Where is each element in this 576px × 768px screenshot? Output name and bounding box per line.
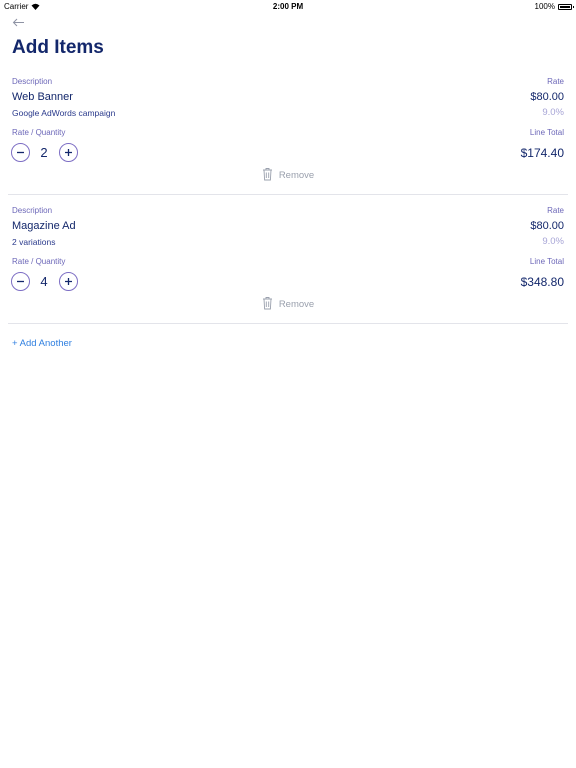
plus-icon bbox=[64, 273, 73, 291]
remove-button[interactable]: Remove bbox=[0, 296, 576, 313]
rate-label: Rate bbox=[547, 77, 564, 86]
trash-icon bbox=[262, 167, 273, 184]
item-name[interactable]: Magazine Ad bbox=[12, 220, 76, 232]
minus-icon bbox=[16, 144, 25, 162]
remove-label: Remove bbox=[278, 299, 315, 310]
item-divider bbox=[8, 323, 568, 324]
item-rate[interactable]: $80.00 bbox=[530, 91, 564, 103]
decrement-button[interactable] bbox=[11, 143, 30, 162]
add-another-link[interactable]: + Add Another bbox=[12, 338, 72, 349]
status-bar: Carrier 2:00 PM 100% bbox=[0, 0, 576, 12]
line-total-value: $174.40 bbox=[520, 146, 564, 160]
increment-button[interactable] bbox=[59, 272, 78, 291]
page-title: Add Items bbox=[12, 37, 104, 58]
back-arrow-icon bbox=[12, 14, 25, 32]
line-total-label: Line Total bbox=[529, 257, 564, 266]
battery-icon bbox=[558, 3, 574, 10]
remove-button[interactable]: Remove bbox=[0, 167, 576, 184]
item-detail[interactable]: 2 variations bbox=[12, 237, 55, 247]
quantity-value: 4 bbox=[40, 274, 48, 289]
status-time: 2:00 PM bbox=[272, 2, 304, 11]
item-rate[interactable]: $80.00 bbox=[530, 220, 564, 232]
description-label: Description bbox=[12, 206, 53, 215]
item-divider bbox=[8, 194, 568, 195]
remove-label: Remove bbox=[278, 170, 315, 181]
rate-label: Rate bbox=[547, 206, 564, 215]
rate-quantity-label: Rate / Quantity bbox=[12, 128, 66, 137]
rate-quantity-label: Rate / Quantity bbox=[12, 257, 66, 266]
line-total-label: Line Total bbox=[529, 128, 564, 137]
item-name[interactable]: Web Banner bbox=[12, 91, 73, 103]
decrement-button[interactable] bbox=[11, 272, 30, 291]
description-label: Description bbox=[12, 77, 53, 86]
trash-icon bbox=[262, 296, 273, 313]
item-tax[interactable]: 9.0% bbox=[542, 107, 564, 118]
item-detail[interactable]: Google AdWords campaign bbox=[12, 108, 115, 118]
plus-icon bbox=[64, 144, 73, 162]
battery-info: 100% bbox=[534, 2, 574, 11]
increment-button[interactable] bbox=[59, 143, 78, 162]
item-tax[interactable]: 9.0% bbox=[542, 236, 564, 247]
quantity-value: 2 bbox=[40, 145, 48, 160]
minus-icon bbox=[16, 273, 25, 291]
line-total-value: $348.80 bbox=[520, 275, 564, 289]
battery-percent: 100% bbox=[534, 2, 555, 11]
back-button[interactable] bbox=[10, 16, 26, 30]
